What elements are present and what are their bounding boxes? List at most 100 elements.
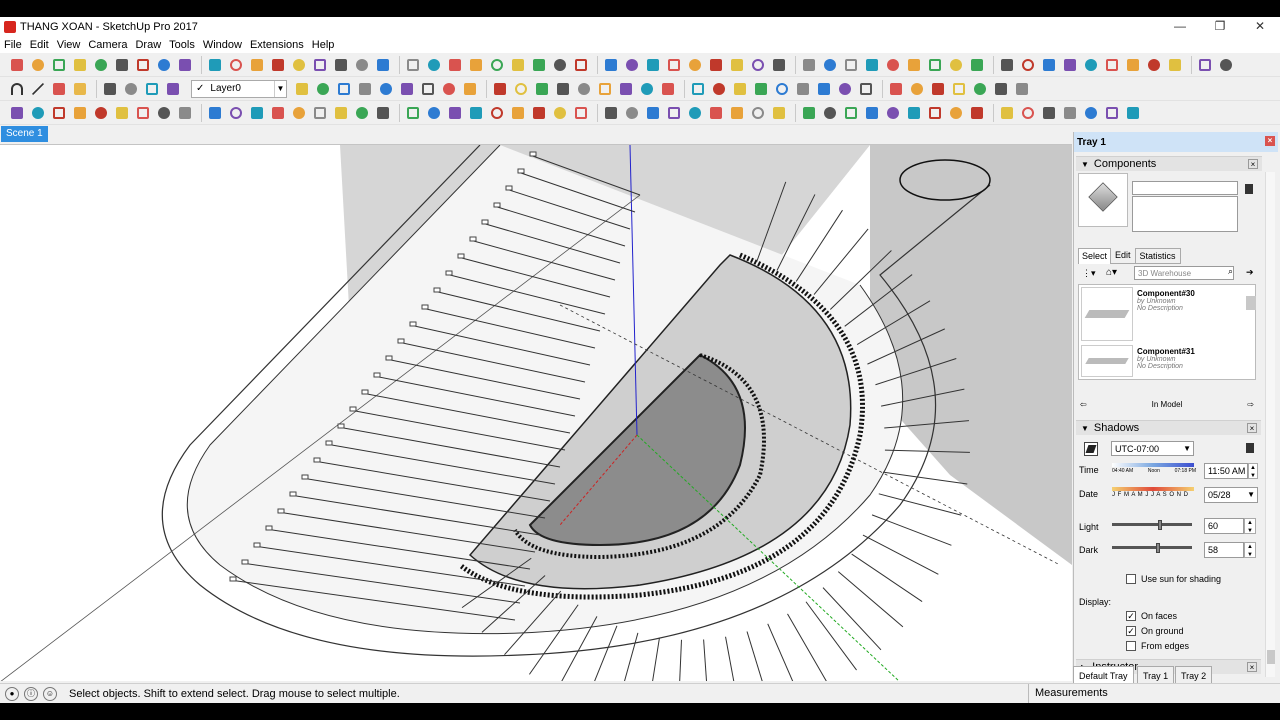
close-button[interactable]: ✕: [1240, 17, 1280, 36]
dimension-icon[interactable]: [644, 104, 662, 122]
protractor-icon[interactable]: [905, 56, 923, 74]
maximize-button[interactable]: ❐: [1200, 17, 1240, 36]
pan-icon[interactable]: [29, 56, 47, 74]
zoom-icon[interactable]: [707, 56, 725, 74]
text-icon[interactable]: [926, 56, 944, 74]
zoom-icon[interactable]: [1061, 104, 1079, 122]
shadow-toggle-icon[interactable]: [1084, 442, 1098, 456]
paint-icon[interactable]: [998, 56, 1016, 74]
text-icon[interactable]: [623, 104, 641, 122]
rotate-icon[interactable]: [770, 56, 788, 74]
user-icon[interactable]: ☺: [43, 686, 57, 701]
sandbox-icon[interactable]: [1103, 56, 1121, 74]
move-icon[interactable]: [92, 56, 110, 74]
position-icon[interactable]: [290, 104, 308, 122]
orbit-icon[interactable]: [8, 56, 26, 74]
walk-icon[interactable]: [638, 80, 656, 98]
section-icon[interactable]: [398, 80, 416, 98]
offset-icon[interactable]: [530, 104, 548, 122]
style-icon[interactable]: [863, 104, 881, 122]
tape-icon[interactable]: [884, 56, 902, 74]
tape-icon[interactable]: [314, 80, 332, 98]
section-icon[interactable]: [968, 56, 986, 74]
offset-icon[interactable]: [164, 80, 182, 98]
tab-select[interactable]: Select: [1078, 248, 1112, 264]
intersect-icon[interactable]: [770, 104, 788, 122]
scale-icon[interactable]: [887, 80, 905, 98]
pencil-icon[interactable]: [71, 80, 89, 98]
shadow-icon[interactable]: [467, 56, 485, 74]
tray-scrollbar[interactable]: [1265, 172, 1275, 677]
pan-icon[interactable]: [686, 56, 704, 74]
text-icon[interactable]: [1013, 80, 1031, 98]
intersect-icon[interactable]: [113, 104, 131, 122]
dimension-icon[interactable]: [377, 80, 395, 98]
search-icon[interactable]: ⌕: [1228, 266, 1240, 280]
warehouse-search-input[interactable]: 3D Warehouse: [1134, 266, 1234, 280]
dark-spinner[interactable]: ▲ ▼: [1244, 542, 1256, 558]
rotate-icon[interactable]: [467, 104, 485, 122]
use-sun-checkbox[interactable]: [1126, 574, 1136, 584]
position-icon[interactable]: [689, 80, 707, 98]
layer-icon[interactable]: [968, 104, 986, 122]
shadows-header[interactable]: ▼ Shadows ×: [1076, 420, 1261, 435]
select-icon[interactable]: [425, 104, 443, 122]
select-icon[interactable]: [1082, 104, 1100, 122]
fog-icon[interactable]: [1145, 56, 1163, 74]
view-options-icon[interactable]: ⋮▾: [1082, 268, 1096, 278]
line-icon[interactable]: [29, 80, 47, 98]
menu-window[interactable]: Window: [199, 39, 246, 51]
rotate-icon[interactable]: [857, 80, 875, 98]
section-icon[interactable]: [665, 104, 683, 122]
look-around-icon[interactable]: [572, 56, 590, 74]
intersect-icon[interactable]: [512, 80, 530, 98]
eraser-icon[interactable]: [50, 80, 68, 98]
pan-icon[interactable]: [773, 80, 791, 98]
light-slider[interactable]: [1112, 520, 1192, 530]
fog-icon[interactable]: [842, 104, 860, 122]
scale-icon[interactable]: [488, 104, 506, 122]
orbit-icon[interactable]: [1019, 104, 1037, 122]
paint-icon[interactable]: [29, 104, 47, 122]
rotate-icon[interactable]: [113, 56, 131, 74]
intersect-icon[interactable]: [425, 56, 443, 74]
paint-icon[interactable]: [419, 80, 437, 98]
text-icon[interactable]: [356, 80, 374, 98]
group-icon[interactable]: [728, 104, 746, 122]
offset-icon[interactable]: [842, 56, 860, 74]
sandbox-icon[interactable]: [134, 104, 152, 122]
light-slider-thumb[interactable]: [1157, 520, 1162, 530]
pan-icon[interactable]: [1040, 104, 1058, 122]
date-slider[interactable]: [1112, 487, 1194, 491]
camera-icon[interactable]: [884, 104, 902, 122]
zoom-icon[interactable]: [404, 104, 422, 122]
follow-me-icon[interactable]: [293, 80, 311, 98]
dark-input[interactable]: 58: [1204, 542, 1244, 558]
scene-tab-1[interactable]: Scene 1: [1, 126, 48, 142]
outliner-icon[interactable]: [998, 104, 1016, 122]
group-icon[interactable]: [374, 56, 392, 74]
camera-icon[interactable]: [530, 56, 548, 74]
home-icon[interactable]: ⌂▾: [1106, 267, 1126, 279]
rotate-icon[interactable]: [101, 80, 119, 98]
layer-icon[interactable]: [623, 56, 641, 74]
details-arrow-icon[interactable]: [1245, 184, 1253, 194]
shadow-icon[interactable]: [821, 104, 839, 122]
move-icon[interactable]: [1103, 104, 1121, 122]
style-icon[interactable]: [596, 80, 614, 98]
camera-icon[interactable]: [227, 104, 245, 122]
sandbox-icon[interactable]: [446, 56, 464, 74]
paint-icon[interactable]: [686, 104, 704, 122]
light-input[interactable]: 60: [1204, 518, 1244, 534]
style-icon[interactable]: [1166, 56, 1184, 74]
move-icon[interactable]: [446, 104, 464, 122]
component-icon[interactable]: [440, 80, 458, 98]
tape-icon[interactable]: [971, 80, 989, 98]
solid-icon[interactable]: [749, 104, 767, 122]
outliner-icon[interactable]: [644, 56, 662, 74]
solid-icon[interactable]: [92, 104, 110, 122]
paint-icon[interactable]: [332, 56, 350, 74]
on-ground-checkbox[interactable]: ✓: [1126, 626, 1136, 636]
orbit-icon[interactable]: [665, 56, 683, 74]
time-slider[interactable]: [1112, 463, 1194, 467]
